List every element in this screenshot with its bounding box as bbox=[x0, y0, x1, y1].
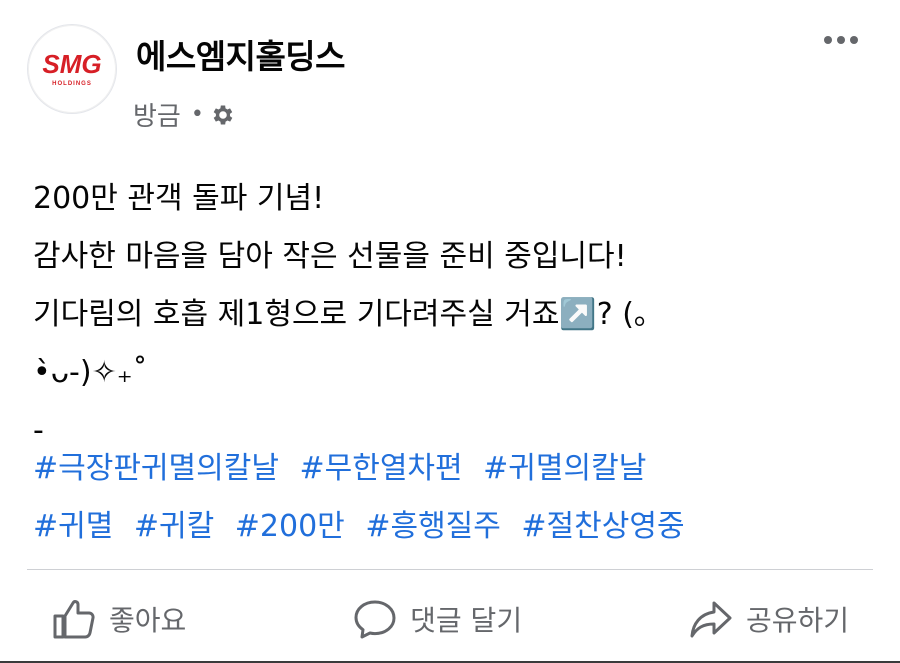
hashtag-link[interactable]: #흥행질주 bbox=[365, 509, 501, 544]
hashtag-list: #극장판귀멸의칼날 #무한열차편 #귀멸의칼날 #귀멸 #귀칼 #200만 #흥… bbox=[33, 440, 873, 556]
comment-button[interactable]: 댓글 달기 bbox=[328, 597, 546, 641]
post-body: 200만 관객 돌파 기념! 감사한 마음을 담아 작은 선물을 준비 중입니다… bbox=[33, 170, 873, 460]
page-name-link[interactable]: 에스엠지홀딩스 bbox=[136, 30, 346, 78]
actions-divider bbox=[27, 569, 873, 570]
hashtag-link[interactable]: #귀멸 bbox=[33, 509, 113, 544]
like-label: 좋아요 bbox=[109, 604, 187, 637]
hashtag-link[interactable]: #절찬상영중 bbox=[521, 509, 684, 544]
post-line: 감사한 마음을 담아 작은 선물을 준비 중입니다! bbox=[33, 239, 627, 274]
share-button[interactable]: 공유하기 bbox=[664, 597, 873, 641]
logo-text: SMG bbox=[42, 49, 101, 79]
post-line: 기다림의 호흡 제1형으로 기다려주실 거죠↗️? (｡ bbox=[33, 297, 649, 332]
hashtag-link[interactable]: #귀멸의칼날 bbox=[483, 451, 646, 486]
post-meta: 방금 • bbox=[133, 96, 236, 133]
share-label: 공유하기 bbox=[745, 604, 849, 637]
comment-label: 댓글 달기 bbox=[410, 604, 523, 637]
like-button[interactable]: 좋아요 bbox=[27, 597, 210, 641]
hashtag-row: #극장판귀멸의칼날 #무한열차편 #귀멸의칼날 bbox=[33, 440, 873, 498]
page-avatar[interactable]: SMG HOLDINGS bbox=[27, 24, 117, 114]
post-line: •̀ᴗ-)✧₊˚ bbox=[33, 355, 148, 390]
logo-subtext: HOLDINGS bbox=[52, 81, 92, 87]
gear-icon[interactable] bbox=[210, 102, 236, 128]
post-line: 200만 관객 돌파 기념! bbox=[33, 181, 325, 216]
hashtag-link[interactable]: #200만 bbox=[235, 509, 345, 544]
hashtag-link[interactable]: #극장판귀멸의칼날 bbox=[33, 451, 279, 486]
comment-icon bbox=[354, 600, 396, 639]
timestamp-link[interactable]: 방금 bbox=[133, 96, 181, 133]
hashtag-link[interactable]: #무한열차편 bbox=[299, 451, 462, 486]
meta-separator: • bbox=[190, 102, 204, 127]
thumbs-up-icon bbox=[53, 600, 95, 639]
hashtag-row: #귀멸 #귀칼 #200만 #흥행질주 #절찬상영중 bbox=[33, 498, 873, 556]
hashtag-link[interactable]: #귀칼 bbox=[134, 509, 214, 544]
smg-logo: SMG HOLDINGS bbox=[42, 49, 101, 87]
post-actions: 좋아요 댓글 달기 공유하기 bbox=[27, 588, 873, 650]
more-horizontal-icon[interactable] bbox=[822, 30, 860, 50]
share-icon bbox=[690, 601, 732, 638]
